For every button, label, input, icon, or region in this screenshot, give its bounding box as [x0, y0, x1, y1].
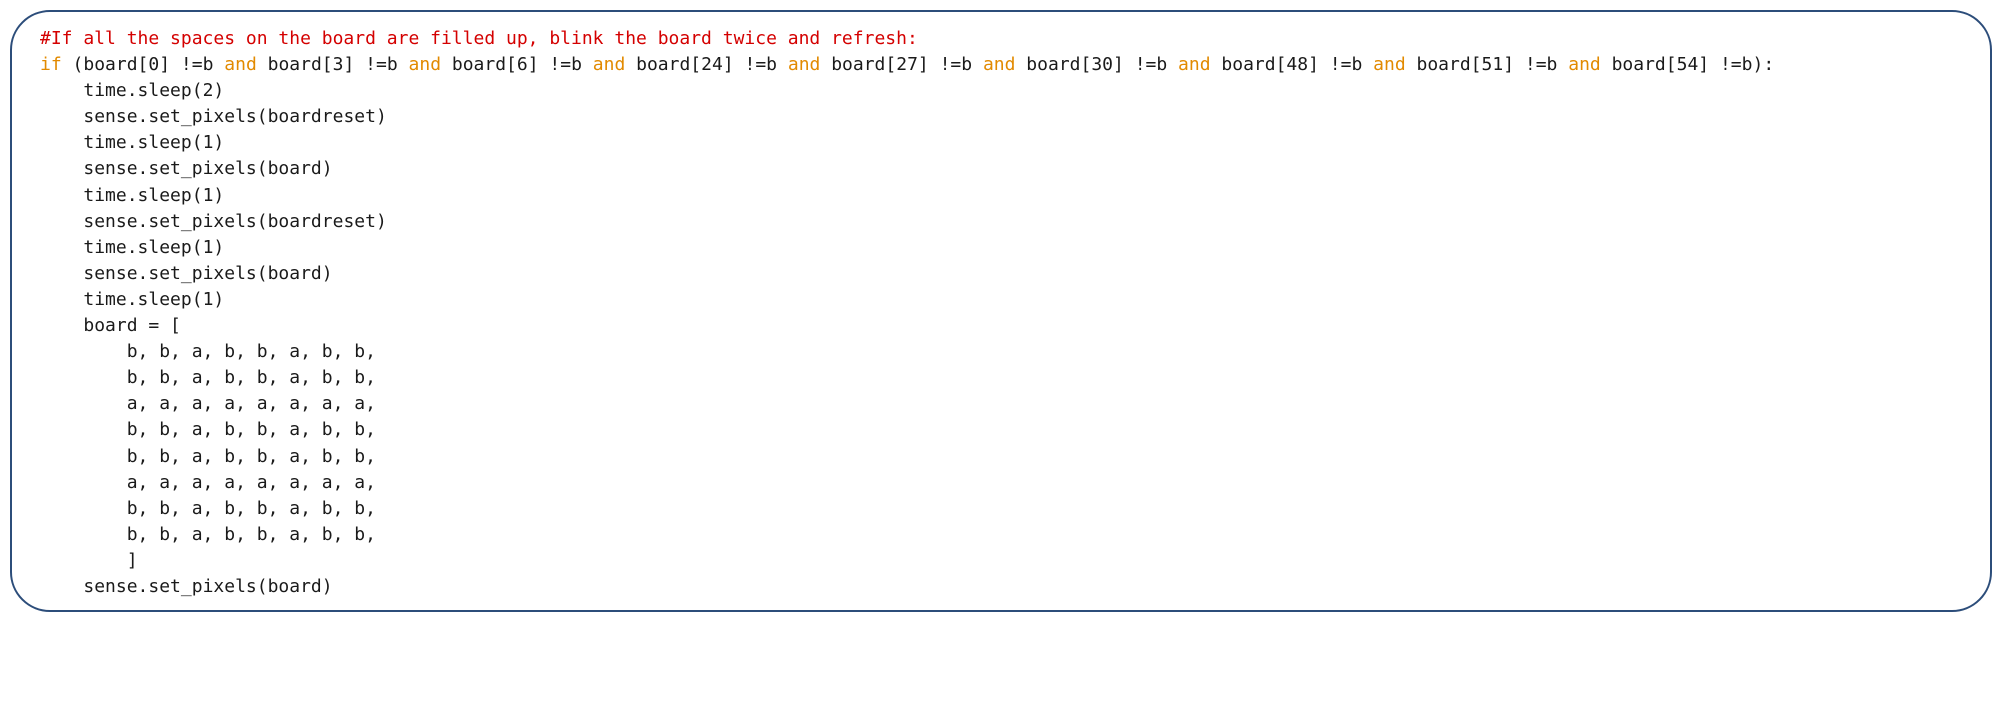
code-token: time.sleep(: [83, 289, 202, 310]
code-token: board[: [1601, 54, 1677, 75]
code-token: if: [40, 54, 62, 75]
code-line: time.sleep(1): [40, 130, 1962, 156]
code-token: time.sleep(: [83, 80, 202, 101]
code-token: sense.set_pixels(boardreset): [83, 211, 386, 232]
code-line: board = [: [40, 313, 1962, 339]
code-token: ] !=b: [1503, 54, 1568, 75]
code-token: board[: [441, 54, 517, 75]
code-token: 1: [203, 289, 214, 310]
code-token: b, b, a, b, b, a, b, b,: [127, 446, 376, 467]
code-line: sense.set_pixels(board): [40, 574, 1962, 600]
code-token: sense.set_pixels(boardreset): [83, 106, 386, 127]
code-token: and: [593, 54, 626, 75]
code-token: b, b, a, b, b, a, b, b,: [127, 367, 376, 388]
code-token: ): [213, 80, 224, 101]
code-token: b, b, a, b, b, a, b, b,: [127, 341, 376, 362]
code-block: #If all the spaces on the board are fill…: [10, 10, 1992, 612]
code-token: 2: [203, 80, 214, 101]
code-line: time.sleep(2): [40, 78, 1962, 104]
code-token: board = [: [83, 315, 181, 336]
code-token: 24: [701, 54, 723, 75]
code-token: 54: [1677, 54, 1699, 75]
code-token: ]: [127, 550, 138, 571]
code-token: ): [213, 132, 224, 153]
code-token: board[: [257, 54, 333, 75]
code-token: 27: [896, 54, 918, 75]
code-token: ): [213, 237, 224, 258]
code-token: ] !=b):: [1698, 54, 1774, 75]
code-token: and: [788, 54, 821, 75]
code-token: and: [1568, 54, 1601, 75]
code-token: a, a, a, a, a, a, a, a,: [127, 472, 376, 493]
code-token: ): [213, 289, 224, 310]
code-line: time.sleep(1): [40, 287, 1962, 313]
code-token: and: [983, 54, 1016, 75]
code-token: (board[: [62, 54, 149, 75]
code-token: ] !=b: [918, 54, 983, 75]
code-token: sense.set_pixels(board): [83, 263, 332, 284]
code-token: 6: [517, 54, 528, 75]
code-line: #If all the spaces on the board are fill…: [40, 26, 1962, 52]
code-token: ] !=b: [528, 54, 593, 75]
code-token: time.sleep(: [83, 132, 202, 153]
code-token: 48: [1286, 54, 1308, 75]
code-line: sense.set_pixels(board): [40, 261, 1962, 287]
code-token: #If all the spaces on the board are fill…: [40, 28, 918, 49]
code-token: ): [213, 185, 224, 206]
code-token: sense.set_pixels(board): [83, 158, 332, 179]
code-token: board[: [1406, 54, 1482, 75]
code-token: board[: [1015, 54, 1091, 75]
code-token: and: [409, 54, 442, 75]
code-line: if (board[0] !=b and board[3] !=b and bo…: [40, 52, 1962, 78]
code-token: b, b, a, b, b, a, b, b,: [127, 524, 376, 545]
code-token: ] !=b: [343, 54, 408, 75]
code-token: ] !=b: [723, 54, 788, 75]
code-line: b, b, a, b, b, a, b, b,: [40, 417, 1962, 443]
code-line: b, b, a, b, b, a, b, b,: [40, 522, 1962, 548]
code-token: 0: [148, 54, 159, 75]
code-token: 3: [333, 54, 344, 75]
code-line: ]: [40, 548, 1962, 574]
code-line: b, b, a, b, b, a, b, b,: [40, 444, 1962, 470]
code-line: b, b, a, b, b, a, b, b,: [40, 496, 1962, 522]
code-token: 30: [1091, 54, 1113, 75]
code-token: board[: [1211, 54, 1287, 75]
code-token: 1: [203, 237, 214, 258]
code-line: sense.set_pixels(boardreset): [40, 209, 1962, 235]
code-token: time.sleep(: [83, 185, 202, 206]
code-token: a, a, a, a, a, a, a, a,: [127, 393, 376, 414]
code-token: and: [224, 54, 257, 75]
code-token: b, b, a, b, b, a, b, b,: [127, 419, 376, 440]
code-token: and: [1373, 54, 1406, 75]
code-line: b, b, a, b, b, a, b, b,: [40, 365, 1962, 391]
code-token: ] !=b: [1113, 54, 1178, 75]
code-line: time.sleep(1): [40, 183, 1962, 209]
code-line: sense.set_pixels(boardreset): [40, 104, 1962, 130]
code-line: b, b, a, b, b, a, b, b,: [40, 339, 1962, 365]
code-token: board[: [820, 54, 896, 75]
code-token: 1: [203, 132, 214, 153]
code-token: b, b, a, b, b, a, b, b,: [127, 498, 376, 519]
code-token: board[: [625, 54, 701, 75]
code-line: a, a, a, a, a, a, a, a,: [40, 470, 1962, 496]
code-line: sense.set_pixels(board): [40, 156, 1962, 182]
code-token: 1: [203, 185, 214, 206]
code-line: time.sleep(1): [40, 235, 1962, 261]
code-token: ] !=b: [1308, 54, 1373, 75]
code-token: 51: [1482, 54, 1504, 75]
code-line: a, a, a, a, a, a, a, a,: [40, 391, 1962, 417]
code-token: time.sleep(: [83, 237, 202, 258]
code-token: sense.set_pixels(board): [83, 576, 332, 597]
code-token: and: [1178, 54, 1211, 75]
code-token: ] !=b: [159, 54, 224, 75]
